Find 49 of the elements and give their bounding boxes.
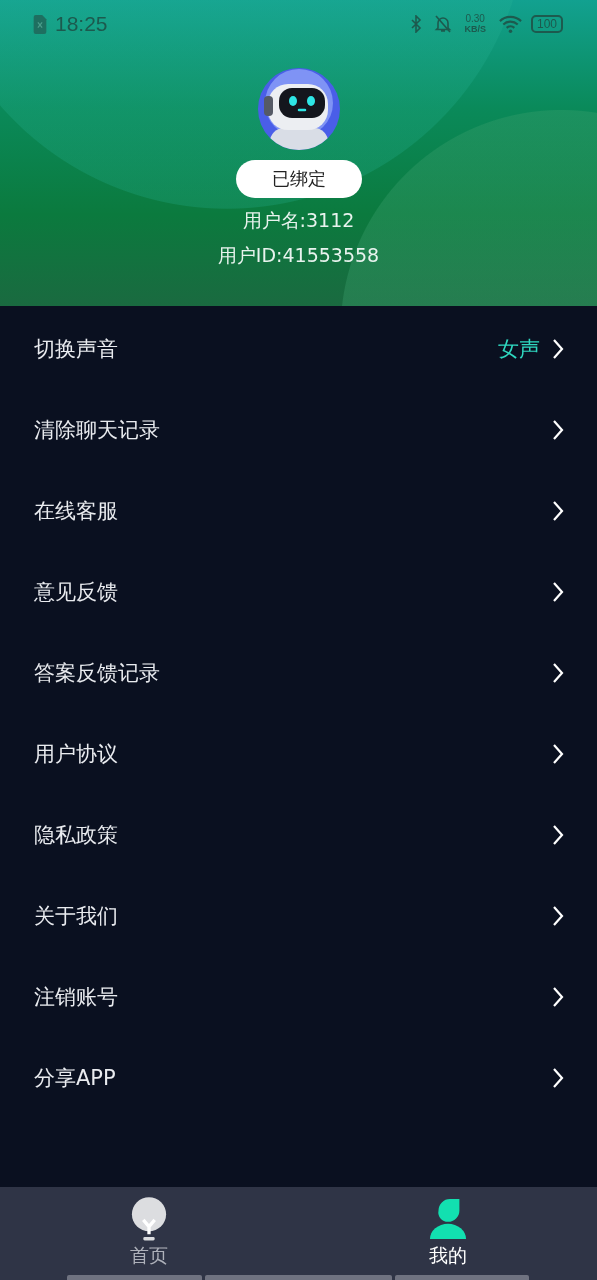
chevron-right-icon [552, 1066, 564, 1089]
chevron-right-icon [552, 580, 564, 603]
menu-label: 意见反馈 [34, 578, 118, 606]
network-speed: 0.30 [465, 14, 485, 24]
system-nav-bar[interactable] [67, 1275, 202, 1280]
username-text: 用户名:3112 [242, 208, 355, 233]
chevron-right-icon [552, 499, 564, 522]
menu-item[interactable]: 分享APP [0, 1037, 597, 1118]
menu-label: 答案反馈记录 [34, 659, 160, 687]
muted-bell-icon [434, 15, 453, 33]
lightbulb-icon [130, 1197, 169, 1241]
menu-label: 分享APP [34, 1064, 116, 1092]
battery-indicator: 100 [530, 15, 563, 33]
status-time: 18:25 [55, 12, 108, 36]
menu-label: 清除聊天记录 [34, 416, 160, 444]
menu-value: 女声 [498, 335, 540, 363]
wifi-icon [497, 14, 523, 34]
chevron-right-icon [552, 985, 564, 1008]
person-icon [428, 1197, 467, 1241]
menu-item[interactable]: 答案反馈记录 [0, 632, 597, 713]
tab[interactable]: 首页 [120, 1187, 179, 1275]
menu-item[interactable]: 切换声音 女声 [0, 308, 597, 389]
system-nav-bar[interactable] [395, 1275, 529, 1280]
chevron-right-icon [552, 904, 564, 927]
speed-unit: KB/S [464, 24, 486, 34]
tab[interactable]: 我的 [418, 1187, 477, 1275]
menu-item[interactable]: 隐私政策 [0, 794, 597, 875]
menu-label: 切换声音 [34, 335, 118, 363]
system-nav-bar[interactable] [205, 1275, 392, 1280]
menu-label: 关于我们 [34, 902, 118, 930]
menu-label: 用户协议 [34, 740, 118, 768]
menu-label: 注销账号 [34, 983, 118, 1011]
menu-label: 在线客服 [34, 497, 118, 525]
menu-item[interactable]: 意见反馈 [0, 551, 597, 632]
chevron-right-icon [552, 742, 564, 765]
menu-item[interactable]: 关于我们 [0, 875, 597, 956]
menu-item[interactable]: 在线客服 [0, 470, 597, 551]
menu-item[interactable]: 清除聊天记录 [0, 389, 597, 470]
chevron-right-icon [552, 661, 564, 684]
bind-status-button[interactable]: 已绑定 [235, 160, 362, 198]
bluetooth-icon [410, 15, 423, 33]
menu-item[interactable]: 用户协议 [0, 713, 597, 794]
sim-card-icon [33, 14, 47, 34]
menu-item[interactable]: 注销账号 [0, 956, 597, 1037]
user-id-text: 用户ID:41553558 [217, 243, 380, 268]
menu-label: 隐私政策 [34, 821, 118, 849]
chevron-right-icon [552, 823, 564, 846]
chevron-right-icon [552, 418, 564, 441]
chevron-right-icon [552, 337, 564, 360]
